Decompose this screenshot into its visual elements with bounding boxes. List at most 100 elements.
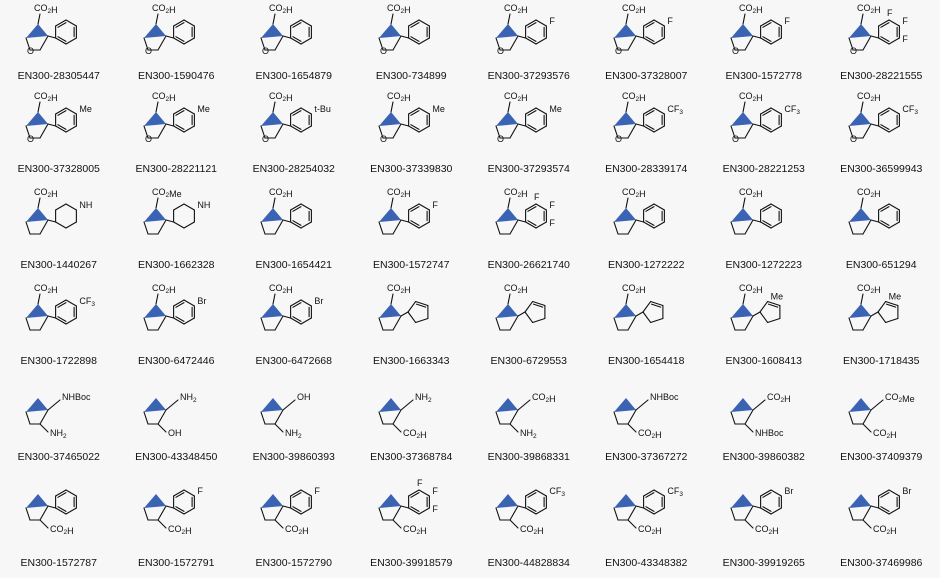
acid-label: CO2H [34,187,58,199]
acid-bond [509,519,519,529]
substituent-bond [869,399,884,411]
structure-drawing: F CO2H [260,486,320,536]
substituent-label: F [432,486,438,496]
ring-double-bond [292,302,302,308]
ring-bond [887,489,900,497]
bicyclic-core [612,494,637,521]
core-bond [509,219,519,235]
core-bond [626,315,637,331]
bicyclic-core: O [260,112,284,144]
compound-code: EN300-28221121 [135,163,218,175]
acid-bond [507,293,511,305]
substituent-bond [391,423,402,433]
compound-code: EN300-1654421 [255,259,332,271]
aryl-link-bond [164,35,174,39]
ring-bond [182,19,195,27]
acid-bond [389,101,394,113]
bridge-wedge [378,494,401,508]
acid-bond [272,13,276,25]
aryl-link-bond [47,35,57,39]
ring-bond [182,203,195,211]
acid-label: CO2H [739,283,763,295]
compound-code: EN300-1608413 [725,355,802,367]
bridge-wedge [496,304,518,318]
bicyclic-core: O [377,24,402,56]
ring-bond [532,317,546,324]
ring-bond [652,37,665,45]
structure-drawing: CO2H [25,489,77,536]
ring-double-bond [527,110,537,116]
ring-double-bond [174,124,185,130]
bridge-wedge [613,24,636,38]
compound-card: CO2H F EN300-1572747 [353,184,471,280]
substituent-label: F [417,478,423,488]
core-bond [861,219,872,235]
ring-oxygen-label: O [615,46,622,56]
ring-bond [535,19,547,27]
acid-label: CO2H [873,524,897,536]
substituent-bond [156,423,167,433]
core-bond [495,221,501,235]
acid-label: CO2H [504,187,528,199]
compound-code: EN300-36599943 [840,163,923,175]
substituent-bond [752,399,766,411]
acid-label: CO2H [387,283,411,295]
compound-code: EN300-6472668 [255,355,332,367]
compound-card: O CO2H CF3 EN300-28221253 [705,88,823,184]
compound-code: EN300-39919265 [722,557,805,569]
ring-double-bond [879,506,890,512]
ring-bond [65,107,77,115]
ring-double-bond [879,492,890,498]
bridge-wedge [731,24,753,38]
bridge-wedge [26,398,48,412]
aryl-link-bond [752,35,762,39]
compound-card: CO2H F F F EN300-26621740 [470,184,588,280]
acid-label: CO2H [269,187,293,199]
aryl-ring [407,203,430,229]
structure-drawing: O CO2H [142,3,195,56]
compound-card: CO2H EN300-1654421 [235,184,353,280]
aryl-ring [877,489,900,515]
core-bond [391,219,402,235]
ring-bond [65,489,77,497]
substituent-bond [509,423,519,433]
core-bond [391,505,402,521]
core-bond [861,315,872,331]
ring-bond [300,37,312,45]
acid-bond [391,519,402,529]
compound-card: F CO2H EN300-1572791 [118,472,236,578]
compound-code: EN300-37328007 [605,70,688,82]
bicyclic-core [612,304,637,331]
core-bond [156,409,167,425]
ring-double-bond [292,506,302,512]
structure-drawing: F CO2H [142,486,203,536]
bicyclic-core: O [260,24,284,56]
acid-label: CO2H [739,3,763,15]
aryl-link-bond [47,123,57,127]
bicyclic-core: O [377,112,402,144]
substituent-label: F [902,34,908,44]
core-bond [39,123,49,139]
ring-bond [524,300,534,313]
substituent-label: F [314,486,320,496]
ring-bond [652,125,665,133]
structure-drawing: CO2H NH2 [495,392,556,440]
bicyclic-core [142,304,167,331]
ring-double-bond [879,110,890,116]
bridge-wedge [143,24,166,38]
bicyclic-core [847,494,872,521]
compound-card: O CO2H Me EN300-37339830 [353,88,471,184]
substituent-label: NH [79,200,92,210]
ring-bond [417,489,430,497]
aryl-link-bond [869,219,879,223]
compound-code: EN300-43348382 [605,557,688,569]
acid-label: CO2H [403,524,427,536]
substituent-label: F [197,486,203,496]
ring-double-bond [527,220,537,226]
bridge-wedge [143,304,166,318]
aryl-link-bond [282,315,292,319]
core-bond [377,221,384,235]
substituent-label: CF3 [784,104,800,116]
substituent-label: F [432,504,438,514]
bridge-wedge [26,24,48,38]
